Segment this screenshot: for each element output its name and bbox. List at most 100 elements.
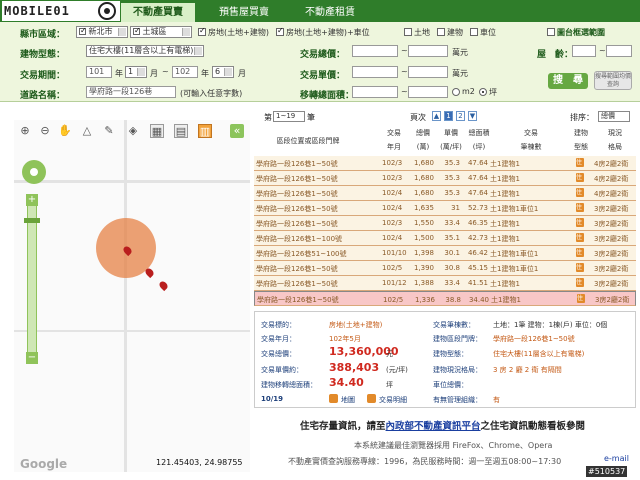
- building-type-icon-label: 住: [576, 264, 583, 271]
- pan-control[interactable]: [22, 160, 46, 184]
- age-min-input[interactable]: [572, 45, 596, 57]
- unit-price-max-input[interactable]: [408, 66, 448, 78]
- check-parking[interactable]: [470, 28, 478, 36]
- building-type-select[interactable]: 住宅大樓(11層含以上有電梯): [86, 45, 204, 57]
- zoom-minus-button[interactable]: −: [26, 352, 38, 364]
- road-input[interactable]: 學府路一段126巷: [86, 86, 176, 98]
- table-row[interactable]: 學府路一段126巷1~100號 102/4 1,500 35.1 42.73 土1建物1 3…: [254, 231, 636, 246]
- building-type-icon[interactable]: 住: [576, 173, 584, 182]
- district-select[interactable]: 土城區: [130, 26, 192, 38]
- period-from-year[interactable]: 101: [86, 66, 112, 78]
- detail-date-label: 交易年月：: [261, 335, 296, 343]
- table-row[interactable]: 學府路一段126巷1~50號 102/3 1,680 35.3 47.64 土1建物1 4房…: [254, 171, 636, 186]
- tab-presale[interactable]: 預售屋買賣: [204, 3, 284, 22]
- cell-unit: 33.4: [444, 219, 460, 227]
- marker-icon[interactable]: ✎: [102, 124, 116, 138]
- detail-date-value: 102年5月: [329, 335, 361, 343]
- check-building-label: 建物: [447, 28, 463, 37]
- city-select[interactable]: 新北市: [76, 26, 128, 38]
- building-type-icon[interactable]: 住: [577, 294, 585, 303]
- detail-layout-value: 3 房 2 廳 2 衛 有隔間: [493, 366, 562, 374]
- print-icon[interactable]: ▦: [150, 124, 164, 138]
- table-row[interactable]: 學府路一段126巷51~100號 101/10 1,398 30.1 46.42 土1建物…: [254, 246, 636, 261]
- building-type-icon[interactable]: 住: [576, 158, 584, 167]
- cell-date: 102/4: [382, 234, 403, 242]
- logo-text: MOBILE01: [4, 4, 70, 18]
- building-type-icon[interactable]: 住: [576, 278, 584, 287]
- building-type-icon[interactable]: 住: [576, 188, 584, 197]
- search-button[interactable]: 搜 尋: [548, 73, 588, 89]
- age-max-input[interactable]: [606, 45, 632, 57]
- price-guide-button[interactable]: 搜尋範圍均價查詢: [594, 71, 632, 90]
- tab-sale[interactable]: 不動產買賣: [121, 3, 195, 22]
- cell-layout: 3房2廳2衛: [595, 296, 630, 304]
- cell-count: 土1建物1: [490, 235, 520, 243]
- range-select[interactable]: 1~19: [273, 111, 305, 122]
- check-building[interactable]: [437, 28, 445, 36]
- area-max-input[interactable]: [408, 86, 448, 98]
- page-prev-button[interactable]: ▲: [432, 111, 441, 121]
- measure-icon[interactable]: △: [80, 124, 94, 138]
- table-row[interactable]: 學府路一段126巷1~50號 102/3 1,550 33.4 46.35 土1建物1 3房…: [254, 216, 636, 231]
- radio-ping[interactable]: [479, 88, 487, 96]
- area-min-input[interactable]: [352, 86, 398, 98]
- cell-date: 102/3: [382, 219, 403, 227]
- zoom-slider-thumb[interactable]: [24, 218, 40, 223]
- total-price-min-input[interactable]: [352, 45, 398, 57]
- sort-select[interactable]: 總價: [598, 111, 630, 122]
- building-type-icon[interactable]: 住: [576, 263, 584, 272]
- check-land[interactable]: [404, 28, 412, 36]
- period-to-year[interactable]: 102: [172, 66, 198, 78]
- map-icon[interactable]: [329, 394, 338, 403]
- table-row[interactable]: 學府路一段126巷1~50號 101/12 1,388 33.4 41.51 土1建物1 3…: [254, 276, 636, 291]
- notice-link[interactable]: 內政部不動產資訊平台: [386, 421, 481, 432]
- detail-area-unit: 坪: [386, 381, 393, 389]
- building-type-icon[interactable]: 住: [576, 233, 584, 242]
- cell-addr: 學府路一段126巷1~50號: [256, 265, 338, 273]
- table-row[interactable]: 學府路一段126巷1~50號 102/4 1,680 35.3 47.64 土1建物1 4房…: [254, 186, 636, 201]
- table-row[interactable]: 學府路一段126巷1~50號 102/5 1,390 30.8 45.15 土1建物1車位…: [254, 261, 636, 276]
- cell-date: 102/5: [383, 296, 404, 304]
- map-canvas[interactable]: [14, 120, 250, 472]
- page-1-button[interactable]: 1: [444, 111, 453, 121]
- cell-unit: 35.3: [444, 174, 460, 182]
- top-nav-bar: MOBILE01 不動產買賣 預售屋買賣 不動產租賃: [0, 0, 640, 22]
- site-logo[interactable]: MOBILE01: [2, 1, 120, 21]
- detail-transaction-button[interactable]: 交易明細: [379, 395, 407, 405]
- check-land-building-parking[interactable]: [276, 26, 284, 36]
- detail-map-button[interactable]: 地圖: [341, 395, 355, 405]
- col-area-1: 總面積: [468, 129, 490, 137]
- cell-area: 42.73: [467, 234, 488, 242]
- tab-rental[interactable]: 不動產租賃: [290, 3, 370, 22]
- layer-icon[interactable]: ◈: [126, 124, 140, 138]
- collapse-map-button[interactable]: «: [230, 124, 244, 138]
- building-type-icon[interactable]: 住: [576, 218, 584, 227]
- zoom-plus-button[interactable]: +: [26, 194, 38, 206]
- table-row[interactable]: 學府路一段126巷1~50號 102/3 1,680 35.3 47.64 土1建物1 4房…: [254, 156, 636, 171]
- check-map-range[interactable]: [547, 28, 555, 36]
- period-from-month[interactable]: 1: [125, 66, 147, 78]
- detail-icon[interactable]: [367, 394, 376, 403]
- total-price-max-input[interactable]: [408, 45, 448, 57]
- table-icon[interactable]: ▤: [174, 124, 188, 138]
- watermark: #510537: [586, 466, 628, 477]
- zoom-in-icon[interactable]: ⊕: [18, 124, 32, 138]
- radio-m2[interactable]: [452, 88, 460, 96]
- table-row[interactable]: 學府路一段126巷1~50號 102/5 1,336 38.8 34.40 土1建物1 3房…: [254, 291, 636, 306]
- building-type-icon[interactable]: 住: [576, 248, 584, 257]
- building-type-icon[interactable]: 住: [576, 203, 584, 212]
- period-to-month[interactable]: 6: [212, 66, 234, 78]
- check-land-building[interactable]: [198, 26, 206, 36]
- cell-total: 1,388: [413, 279, 434, 287]
- page-next-button[interactable]: ▼: [468, 111, 477, 121]
- page-2-button[interactable]: 2: [456, 111, 465, 121]
- building-type-icon-label: 住: [576, 219, 583, 226]
- unit-price-min-input[interactable]: [352, 66, 398, 78]
- hand-icon[interactable]: ✋: [58, 124, 72, 138]
- email-link[interactable]: e-mail: [604, 454, 629, 463]
- cell-layout: 3房2廳2衛: [594, 250, 629, 258]
- chart-icon[interactable]: ▥: [198, 124, 212, 138]
- table-row[interactable]: 學府路一段126巷1~50號 102/4 1,635 31 52.73 土1建物1車位1 3…: [254, 201, 636, 216]
- zoom-out-icon[interactable]: ⊖: [38, 124, 52, 138]
- building-type-icon-label: 住: [576, 174, 583, 181]
